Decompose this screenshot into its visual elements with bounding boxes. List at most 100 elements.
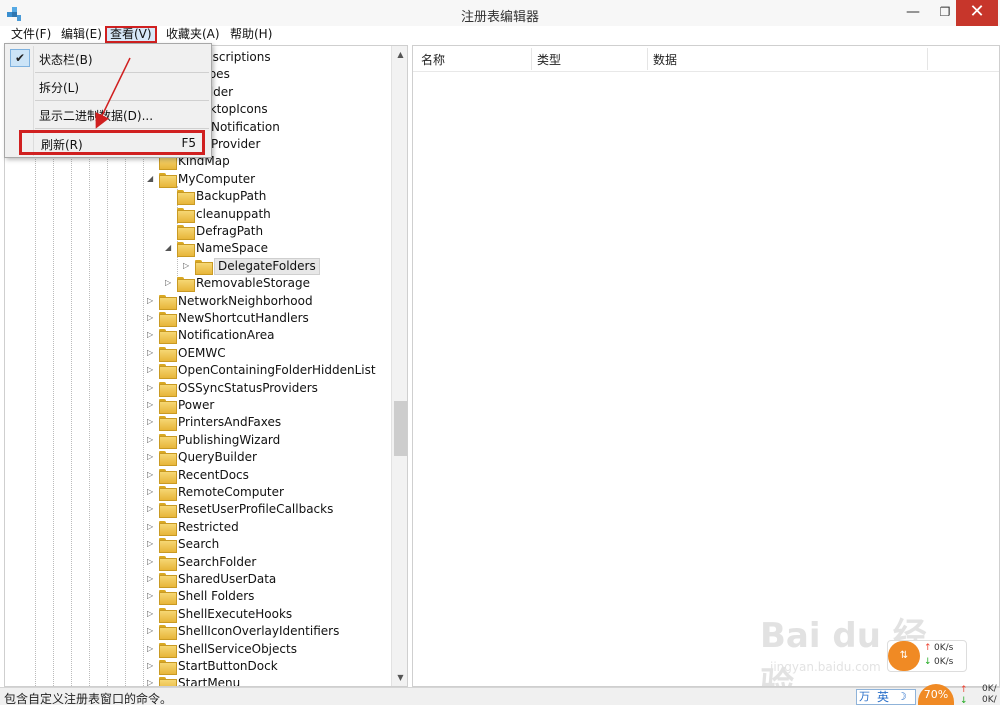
menu-separator [35, 72, 209, 73]
folder-icon [159, 677, 177, 686]
expand-toggle-icon[interactable]: ▷ [147, 313, 156, 322]
expand-toggle-icon[interactable]: ▷ [147, 678, 156, 686]
tree-node-label[interactable]: RemovableStorage [196, 276, 310, 291]
tree-node-label[interactable]: QueryBuilder [178, 450, 257, 465]
folder-icon [159, 503, 177, 519]
expand-toggle-icon[interactable]: ▷ [147, 487, 156, 496]
menu-item-refresh[interactable]: 刷新(R) F5 [19, 130, 205, 155]
menu-item-split[interactable]: 拆分(L) [7, 75, 209, 97]
menu-favorites[interactable]: 收藏夹(A) [163, 26, 223, 43]
tree-node-label[interactable]: NotificationArea [178, 328, 274, 343]
network-monitor-icon: ⇅ [888, 641, 920, 671]
expand-toggle-icon[interactable]: ▷ [147, 435, 156, 444]
tree-node-label[interactable]: MyComputer [178, 172, 255, 187]
checkmark-icon: ✔ [10, 49, 30, 67]
tree-node-label[interactable]: StartMenu [178, 676, 240, 686]
expand-toggle-icon[interactable]: ▷ [147, 348, 156, 357]
folder-icon [159, 520, 177, 536]
tree-node-label[interactable]: ShellExecuteHooks [178, 607, 292, 622]
expand-toggle-icon[interactable]: ◢ [165, 243, 174, 252]
menu-file[interactable]: 文件(F) [8, 26, 54, 43]
expand-toggle-icon[interactable]: ▷ [147, 296, 156, 305]
ime-toolbar[interactable]: 万 英 ☽ [856, 689, 916, 705]
expand-toggle-icon[interactable]: ▷ [183, 261, 192, 270]
column-header-name[interactable]: 名称 [421, 51, 445, 68]
menu-view[interactable]: 查看(V) [105, 26, 157, 43]
scroll-down-arrow-icon[interactable]: ▼ [392, 669, 407, 686]
column-header-data[interactable]: 数据 [653, 51, 677, 68]
expand-toggle-icon[interactable]: ◢ [147, 174, 156, 183]
expand-toggle-icon[interactable]: ▷ [147, 504, 156, 513]
scroll-thumb[interactable] [394, 401, 407, 456]
tree-node-label[interactable]: ResetUserProfileCallbacks [178, 502, 333, 517]
tree-node-label[interactable]: SharedUserData [178, 572, 276, 587]
folder-icon [177, 225, 195, 240]
tree-scrollbar[interactable]: ▲ ▼ [391, 46, 407, 686]
ime-language-toggle[interactable]: 英 [877, 690, 889, 704]
folder-icon [159, 642, 177, 658]
tree-node-label[interactable]: OpenContainingFolderHiddenList [178, 363, 376, 378]
expand-toggle-icon[interactable]: ▷ [147, 330, 156, 339]
folder-icon [195, 259, 213, 275]
expand-toggle-icon[interactable]: ▷ [147, 609, 156, 618]
expand-toggle-icon[interactable]: ▷ [147, 522, 156, 531]
folder-icon [159, 555, 177, 571]
tree-node-label[interactable]: Search [178, 537, 219, 552]
registry-values-pane[interactable]: 名称 类型 数据 [412, 45, 1000, 687]
ime-logo-icon[interactable]: 万 [859, 690, 870, 704]
tree-node-label[interactable]: StartButtonDock [178, 659, 278, 674]
column-header-type[interactable]: 类型 [537, 51, 561, 68]
upload-speed: 0K/s [934, 643, 954, 653]
tree-node-label[interactable]: PrintersAndFaxes [178, 415, 281, 430]
menu-edit[interactable]: 编辑(E) [58, 26, 105, 43]
tree-node-label[interactable]: DelegateFolders [214, 257, 320, 275]
expand-toggle-icon[interactable]: ▷ [147, 400, 156, 409]
expand-toggle-icon[interactable]: ▷ [147, 539, 156, 548]
expand-toggle-icon[interactable]: ▷ [147, 557, 156, 566]
menu-item-binary-data[interactable]: 显示二进制数据(D)... [7, 103, 209, 125]
tree-node-label[interactable]: NewShortcutHandlers [178, 311, 309, 326]
column-separator[interactable] [647, 48, 648, 70]
expand-toggle-icon[interactable]: ▷ [147, 574, 156, 583]
tree-node-label[interactable]: cleanuppath [196, 207, 271, 222]
folder-icon [177, 190, 195, 206]
folder-icon [159, 381, 177, 397]
tree-node-label[interactable]: NameSpace [196, 241, 268, 256]
tree-node-label[interactable]: ShellServiceObjects [178, 642, 297, 657]
close-button[interactable]: ✕ [956, 0, 998, 26]
folder-icon [159, 538, 177, 554]
tree-node-label[interactable]: Restricted [178, 520, 239, 535]
minimize-button[interactable]: — [896, 0, 930, 26]
column-separator[interactable] [927, 48, 928, 70]
expand-toggle-icon[interactable]: ▷ [147, 661, 156, 670]
network-speed-widget[interactable]: ⇅ ↑ 0K/s ↓ 0K/s [887, 640, 967, 672]
moon-icon[interactable]: ☽ [897, 690, 907, 704]
expand-toggle-icon[interactable]: ▷ [165, 278, 174, 287]
tree-node-label[interactable]: RecentDocs [178, 468, 249, 483]
tree-node-label[interactable]: Power [178, 398, 214, 413]
tree-node-label[interactable]: NetworkNeighborhood [178, 294, 313, 309]
column-separator[interactable] [531, 48, 532, 70]
menu-help[interactable]: 帮助(H) [227, 26, 275, 43]
tree-node-label[interactable]: DefragPath [196, 224, 263, 239]
tree-node-label[interactable]: PublishingWizard [178, 433, 280, 448]
expand-toggle-icon[interactable]: ▷ [147, 626, 156, 635]
expand-toggle-icon[interactable]: ▷ [147, 452, 156, 461]
expand-toggle-icon[interactable]: ▷ [147, 470, 156, 479]
tree-node-label[interactable]: Shell Folders [178, 589, 254, 604]
expand-toggle-icon[interactable]: ▷ [147, 365, 156, 374]
expand-toggle-icon[interactable]: ▷ [147, 591, 156, 600]
expand-toggle-icon[interactable]: ▷ [147, 417, 156, 426]
menu-item-statusbar[interactable]: ✔ 状态栏(B) [7, 47, 209, 69]
menu-separator [35, 128, 209, 129]
expand-toggle-icon[interactable]: ▷ [147, 644, 156, 653]
tree-node-label[interactable]: BackupPath [196, 189, 266, 204]
tree-node-label[interactable]: OEMWC [178, 346, 226, 361]
expand-toggle-icon[interactable]: ▷ [147, 383, 156, 392]
tree-node-label[interactable]: SearchFolder [178, 555, 256, 570]
tree-node-label[interactable]: ShellIconOverlayIdentifiers [178, 624, 339, 639]
tree-node-label[interactable]: RemoteComputer [178, 485, 284, 500]
scroll-up-arrow-icon[interactable]: ▲ [392, 46, 407, 63]
view-menu-dropdown: ✔ 状态栏(B) 拆分(L) 显示二进制数据(D)... 刷新(R) F5 [4, 43, 212, 158]
tree-node-label[interactable]: OSSyncStatusProviders [178, 381, 318, 396]
